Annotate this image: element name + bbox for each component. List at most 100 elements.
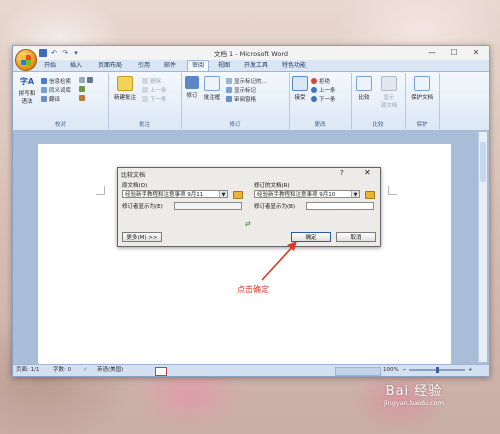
protect-document-button[interactable]: 保护文档: [407, 76, 437, 101]
research-icon: [41, 78, 47, 84]
previous-comment-button[interactable]: 上一条: [142, 86, 167, 94]
close-button[interactable]: ✕: [465, 46, 487, 60]
delete-comment-button[interactable]: 删除: [142, 77, 161, 85]
tab-developer[interactable]: 开发工具: [241, 61, 271, 71]
proofing-status-icon[interactable]: ✓: [83, 366, 88, 375]
zoom-slider-knob[interactable]: [436, 367, 439, 373]
previous-comment-icon: [142, 87, 148, 93]
dialog-close-button[interactable]: ✕: [364, 168, 371, 177]
show-markup-icon: [226, 87, 232, 93]
word-count-icon[interactable]: [79, 77, 93, 83]
spelling-grammar-button[interactable]: 字A 拼写和 语法: [16, 76, 38, 105]
show-source-label-2: 源文档: [380, 103, 398, 109]
swap-documents-icon[interactable]: ⇄: [245, 220, 251, 228]
maximize-button[interactable]: ☐: [443, 46, 465, 60]
revised-document-select[interactable]: 经验新手教程和注意事项 9月10 ▼: [254, 190, 360, 198]
tab-references[interactable]: 引用: [135, 61, 153, 71]
compare-icon: [356, 76, 372, 91]
minimize-button[interactable]: —: [421, 46, 443, 60]
chevron-down-icon[interactable]: ▼: [219, 191, 227, 197]
original-document-value: 经验新手教程和注意事项 9月11: [125, 192, 204, 198]
group-label-protect: 保护: [416, 122, 428, 128]
more-button[interactable]: 更多(M) >>: [122, 232, 162, 242]
previous-change-icon: [311, 87, 317, 93]
track-changes-button[interactable]: 修订: [183, 76, 201, 99]
baidu-watermark: Bai 经验 jingyan.baidu.com: [384, 380, 444, 407]
thesaurus-icon: [41, 87, 47, 93]
track-changes-label: 修订: [186, 93, 198, 99]
label-changes-input-left[interactable]: [174, 202, 242, 210]
chevron-down-icon[interactable]: ▼: [351, 191, 359, 197]
watermark-url: jingyan.baidu.com: [384, 399, 444, 407]
view-buttons[interactable]: [335, 367, 381, 376]
previous-change-label: 上一条: [319, 88, 336, 94]
browse-revised-folder-icon[interactable]: [365, 191, 375, 199]
tab-special-features[interactable]: 特色功能: [279, 61, 309, 71]
translate-button[interactable]: 翻译: [41, 95, 60, 103]
group-compare: 比较 显示 源文档 比较: [351, 73, 406, 129]
page-count[interactable]: 页面: 1/1: [16, 366, 39, 375]
translate-tip-icon[interactable]: [79, 95, 85, 101]
macro-record-icon[interactable]: [155, 367, 167, 376]
browse-original-folder-icon[interactable]: [233, 191, 243, 199]
word-count[interactable]: 字数: 0: [53, 366, 71, 375]
compare-label: 比较: [358, 95, 370, 101]
set-language-icon[interactable]: [79, 86, 85, 92]
original-document-label: 原文档(O): [122, 183, 148, 189]
group-label-comments: 批注: [138, 122, 150, 128]
next-comment-button[interactable]: 下一条: [142, 95, 167, 103]
display-review-icon: [226, 78, 232, 84]
dialog-title: 比较文档: [121, 172, 146, 179]
show-markup-dropdown[interactable]: 显示标记: [226, 86, 256, 94]
cancel-button[interactable]: 取消: [336, 232, 376, 242]
tab-home[interactable]: 开始: [41, 61, 59, 71]
reject-button[interactable]: 拒绝: [311, 77, 330, 85]
language-status[interactable]: 英语(美国): [97, 366, 123, 375]
balloons-label: 批注框: [203, 95, 221, 101]
next-change-label: 下一条: [319, 97, 336, 103]
vertical-scrollbar[interactable]: [478, 132, 487, 362]
group-tracking: 修订 批注框 显示标记的... 显示标记 审阅窗格 修订: [181, 73, 290, 129]
new-comment-label: 新建批注: [113, 95, 136, 101]
display-for-review-dropdown[interactable]: 显示标记的...: [226, 77, 267, 85]
crop-mark-top-right: [388, 186, 397, 195]
research-button[interactable]: 信息检索: [41, 77, 71, 85]
reviewing-pane-label: 审阅窗格: [234, 97, 257, 103]
tab-mailings[interactable]: 邮件: [161, 61, 179, 71]
zoom-out-button[interactable]: −: [402, 366, 407, 375]
group-label-changes: 更改: [314, 122, 326, 128]
delete-comment-label: 删除: [150, 79, 162, 85]
previous-change-button[interactable]: 上一条: [311, 86, 336, 94]
tab-insert[interactable]: 插入: [67, 61, 85, 71]
show-markup-label: 显示标记: [234, 88, 257, 94]
thesaurus-button[interactable]: 同义词库: [41, 86, 71, 94]
zoom-in-button[interactable]: +: [468, 366, 473, 375]
show-source-button[interactable]: 显示 源文档: [377, 76, 401, 109]
ribbon-tabs: 开始 插入 页面布局 引用 邮件 审阅 视图 开发工具 特色功能: [13, 60, 489, 72]
original-document-select[interactable]: 经验新手教程和注意事项 9月11 ▼: [122, 190, 228, 198]
tab-view[interactable]: 视图: [215, 61, 233, 71]
compare-button[interactable]: 比较: [354, 76, 374, 101]
office-button[interactable]: [15, 49, 37, 71]
revised-document-label: 修订的文档(R): [254, 183, 290, 189]
previous-comment-label: 上一条: [150, 88, 167, 94]
zoom-level[interactable]: 100%: [383, 366, 399, 375]
balloons-icon: [204, 76, 220, 91]
label-changes-input-right[interactable]: [306, 202, 374, 210]
dialog-help-button[interactable]: ?: [340, 169, 344, 177]
balloons-button[interactable]: 批注框: [201, 76, 223, 101]
accept-label: 接受: [294, 95, 306, 101]
translate-icon: [41, 96, 47, 102]
next-comment-label: 下一条: [150, 97, 167, 103]
reviewing-pane-button[interactable]: 审阅窗格: [226, 95, 256, 103]
research-label: 信息检索: [49, 79, 72, 85]
tab-page-layout[interactable]: 页面布局: [93, 61, 127, 71]
accept-button[interactable]: 接受: [291, 76, 309, 101]
next-change-button[interactable]: 下一条: [311, 95, 336, 103]
show-source-icon: [381, 76, 397, 91]
crop-mark-top-left: [96, 186, 105, 195]
new-comment-button[interactable]: 新建批注: [111, 76, 139, 101]
scrollbar-thumb[interactable]: [480, 142, 486, 182]
label-changes-with-left: 修订者显示为(E): [122, 204, 163, 210]
ok-button[interactable]: 确定: [291, 232, 331, 242]
